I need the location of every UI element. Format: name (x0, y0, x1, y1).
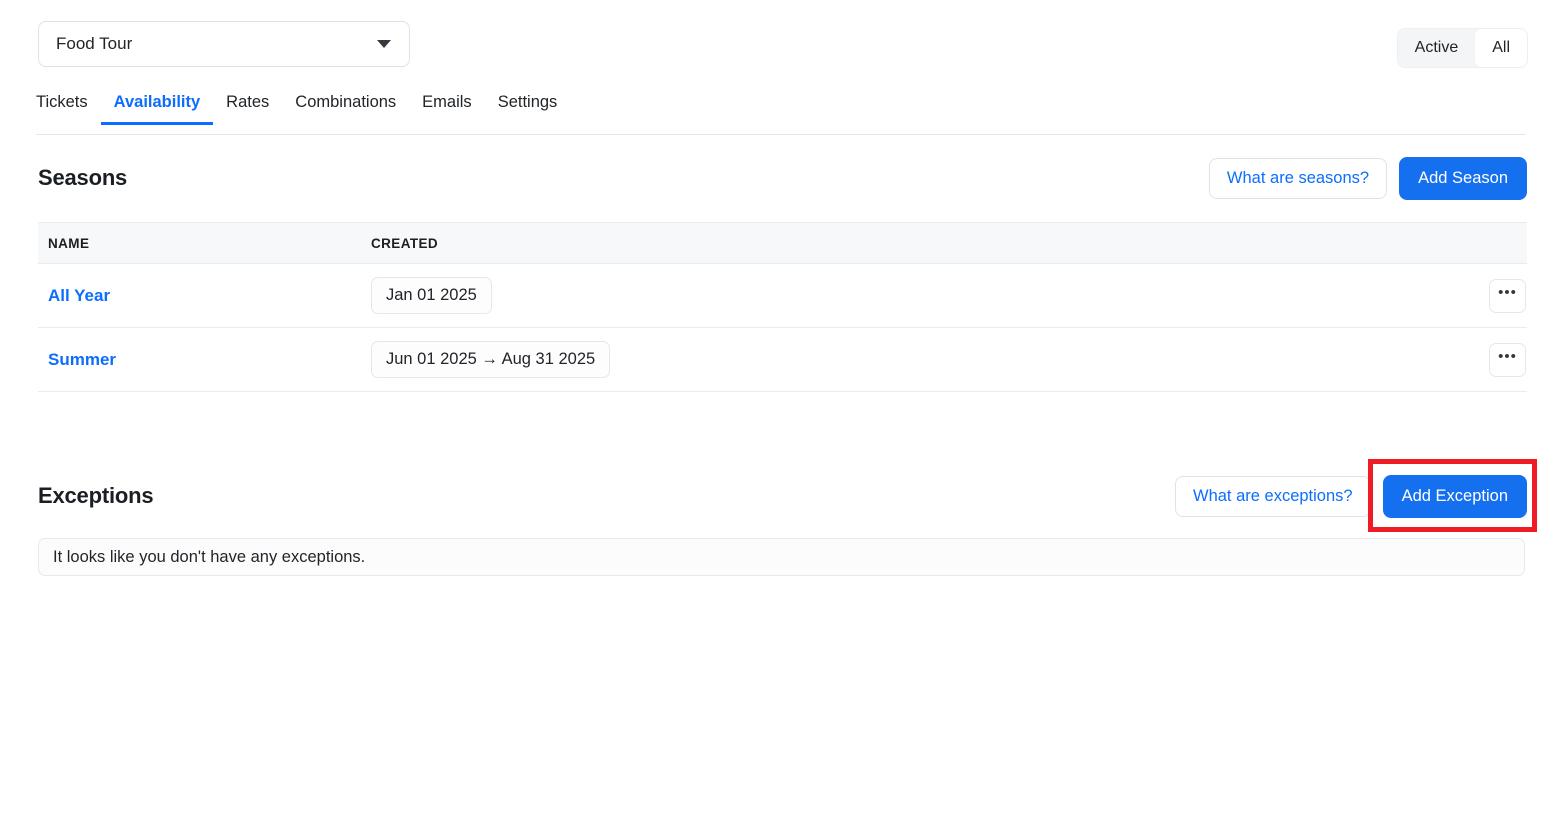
tab-tickets[interactable]: Tickets (36, 92, 101, 124)
exceptions-title: Exceptions (38, 483, 154, 508)
top-bar: Food Tour Active All (0, 0, 1561, 88)
date-badge: Jun 01 2025 → Aug 31 2025 (371, 341, 611, 378)
seasons-section-header: Seasons What are seasons? Add Season (38, 156, 1527, 200)
seasons-table: NAME CREATED All Year Jan 01 2025 ••• Su… (38, 222, 1527, 392)
tab-rates[interactable]: Rates (213, 92, 282, 124)
date-badge: Jan 01 2025 (371, 277, 492, 314)
column-header-created: CREATED (371, 235, 439, 251)
tab-availability[interactable]: Availability (100, 92, 214, 125)
add-exception-button[interactable]: Add Exception (1382, 474, 1527, 518)
tab-combinations[interactable]: Combinations (282, 92, 409, 124)
season-link-summer[interactable]: Summer (48, 350, 116, 369)
product-tabs: Tickets Availability Rates Combinations … (36, 92, 1526, 135)
product-select-value: Food Tour (56, 34, 133, 53)
add-season-button[interactable]: Add Season (1399, 156, 1527, 200)
chevron-down-icon (377, 40, 391, 48)
season-link-all-year[interactable]: All Year (48, 286, 110, 305)
season-created-cell: Jan 01 2025 (371, 277, 1456, 314)
exceptions-section-header: Exceptions What are exceptions? Add Exce… (38, 474, 1527, 518)
filter-option-active[interactable]: Active (1398, 29, 1476, 67)
product-select[interactable]: Food Tour (38, 21, 410, 67)
exceptions-actions: What are exceptions? Add Exception (1175, 474, 1527, 518)
seasons-table-header: NAME CREATED (38, 222, 1527, 264)
season-actions-cell: ••• (1456, 278, 1527, 313)
row-menu-button[interactable]: ••• (1489, 278, 1526, 313)
status-filter-toggle[interactable]: Active All (1396, 28, 1528, 68)
season-actions-cell: ••• (1456, 342, 1527, 377)
tab-emails[interactable]: Emails (409, 92, 485, 124)
exceptions-empty-state: It looks like you don't have any excepti… (38, 538, 1525, 576)
table-row: All Year Jan 01 2025 ••• (38, 264, 1527, 328)
exceptions-empty-message: It looks like you don't have any excepti… (53, 547, 366, 566)
seasons-title: Seasons (38, 165, 128, 190)
what-are-seasons-button[interactable]: What are seasons? (1208, 157, 1388, 199)
row-menu-button[interactable]: ••• (1489, 342, 1526, 377)
season-name-cell: Summer (38, 350, 371, 370)
filter-option-all[interactable]: All (1475, 29, 1527, 67)
tab-settings[interactable]: Settings (485, 92, 571, 124)
table-row: Summer Jun 01 2025 → Aug 31 2025 ••• (38, 328, 1527, 392)
seasons-actions: What are seasons? Add Season (1208, 156, 1527, 200)
season-name-cell: All Year (38, 286, 371, 306)
what-are-exceptions-button[interactable]: What are exceptions? (1175, 475, 1371, 517)
season-created-cell: Jun 01 2025 → Aug 31 2025 (371, 341, 1456, 378)
column-header-name: NAME (48, 235, 90, 251)
